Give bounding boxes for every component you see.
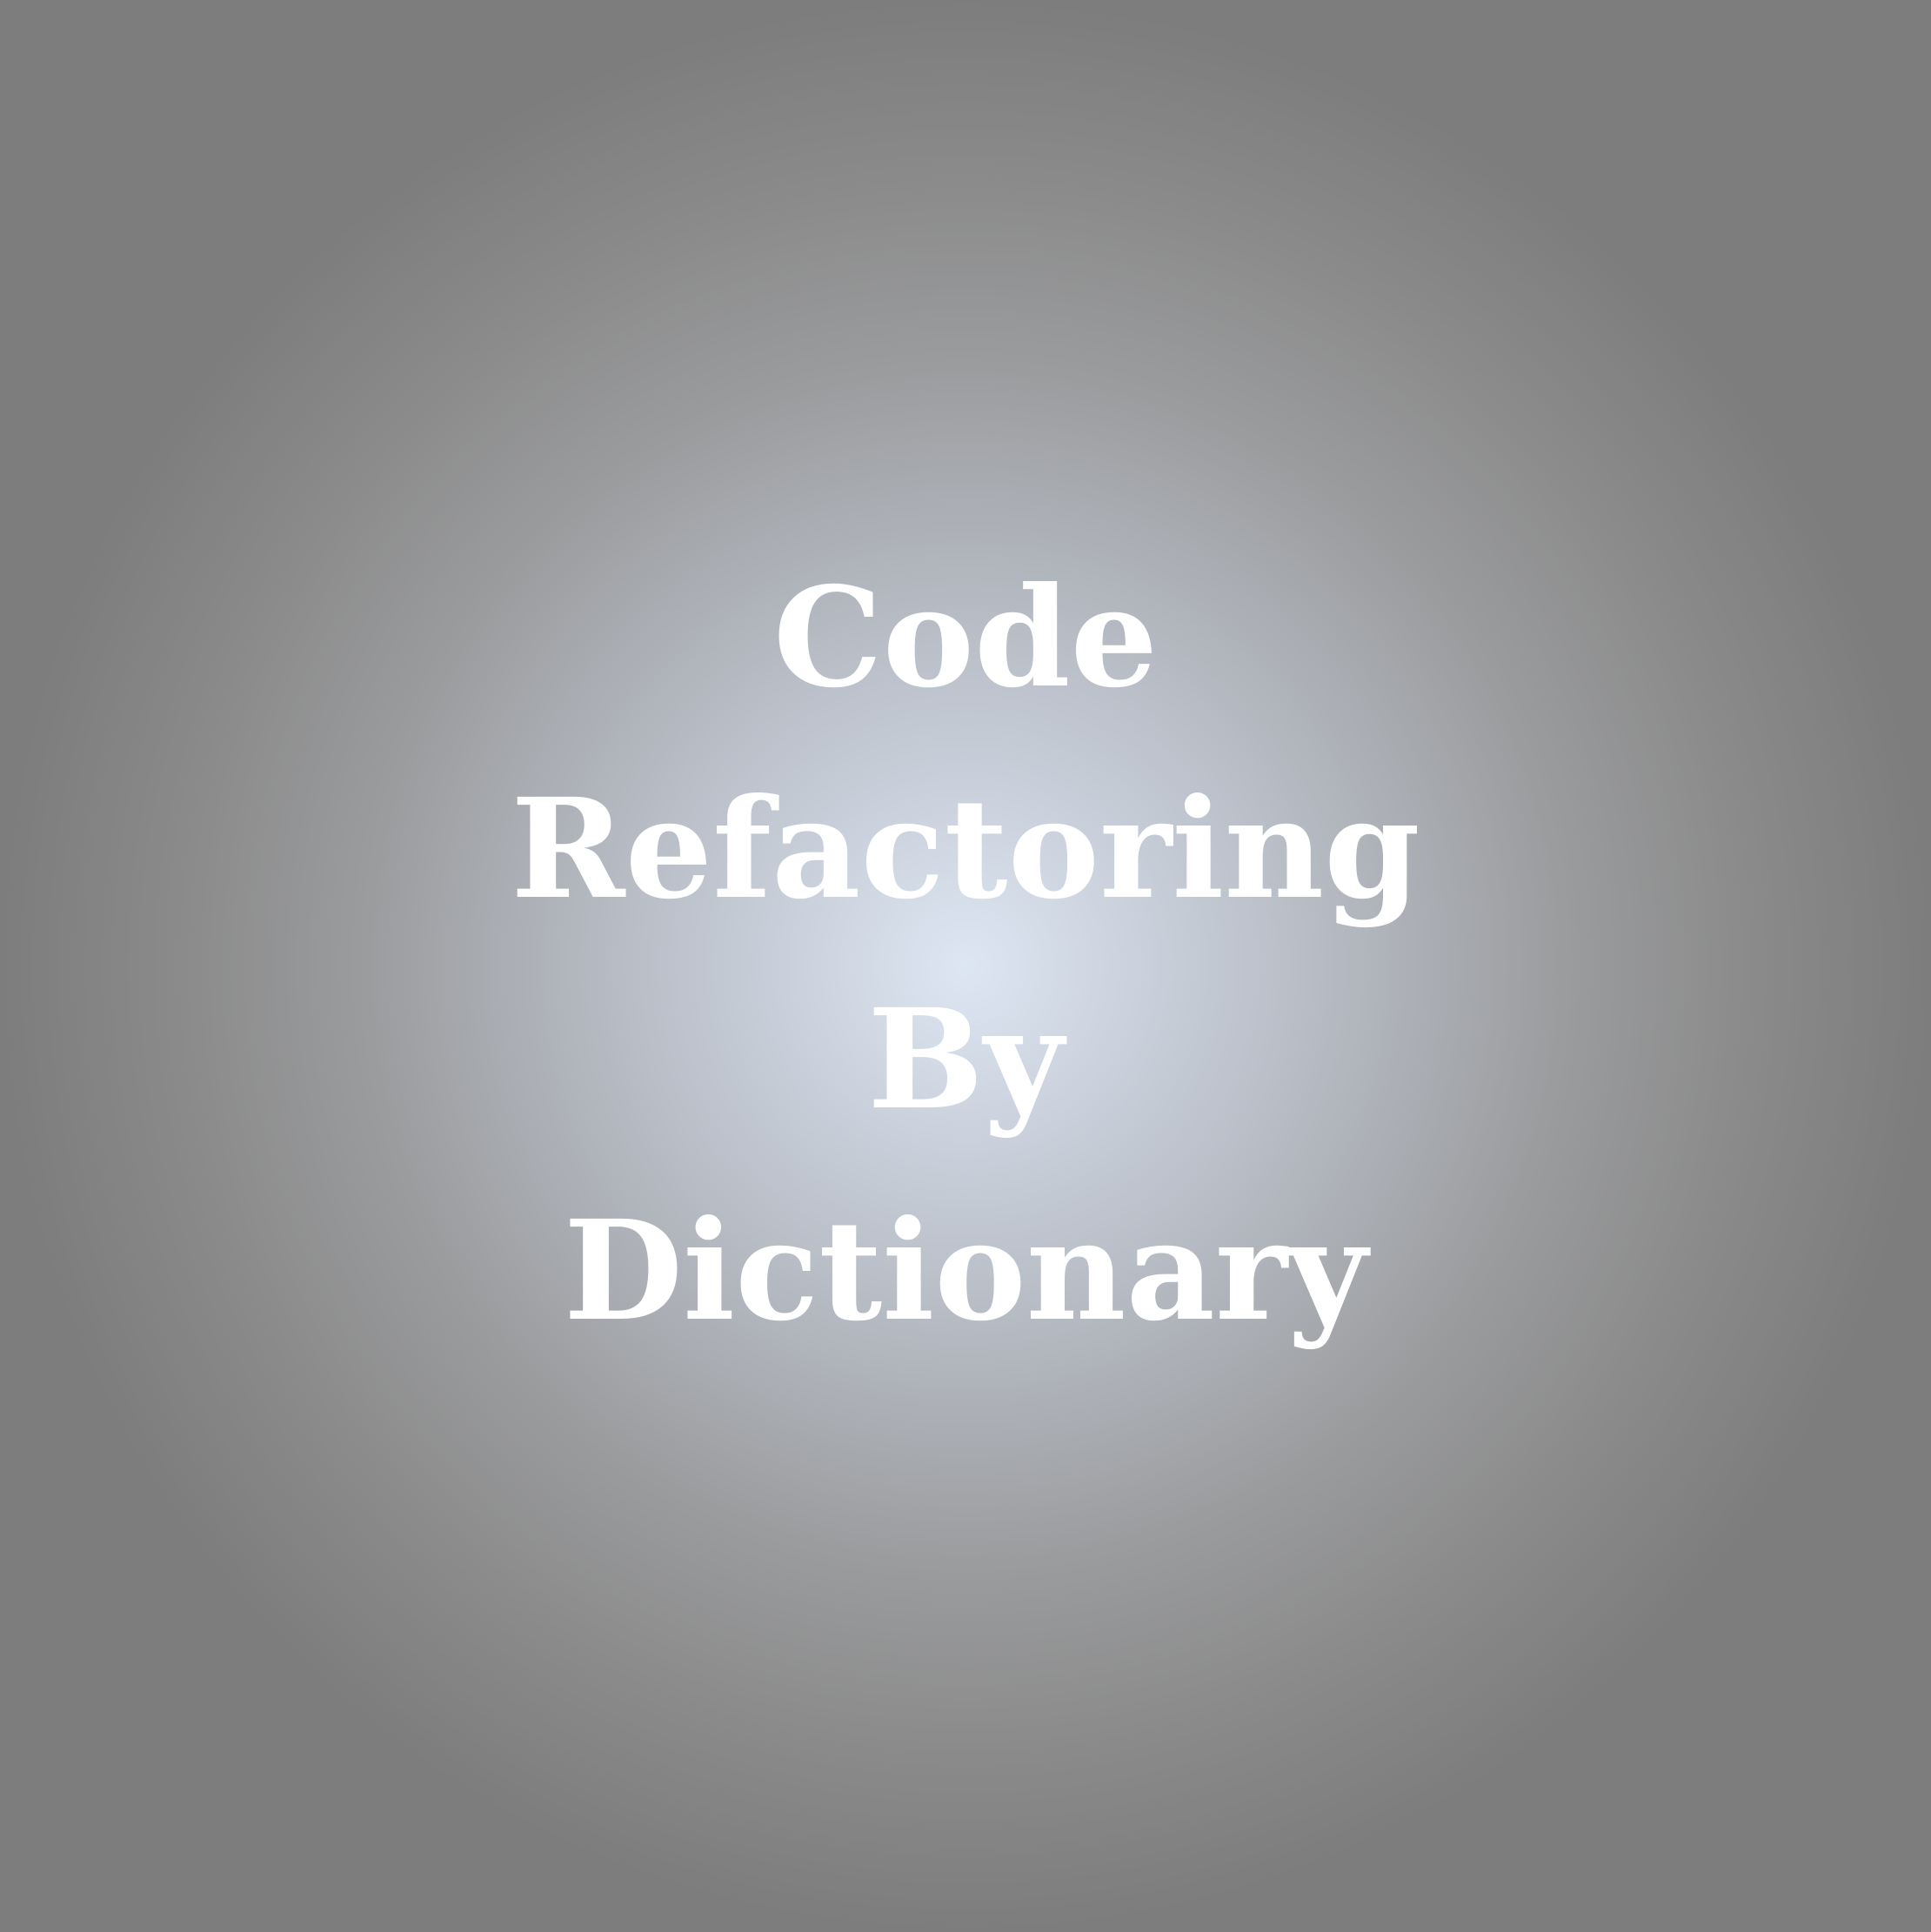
title-line-dictionary: Dictionary — [564, 1191, 1367, 1352]
cover-title: Code Refactoring By Dictionary — [0, 0, 1931, 1932]
title-line-by: By — [867, 979, 1064, 1140]
title-line-code: Code — [772, 558, 1159, 719]
title-line-refactoring: Refactoring — [511, 769, 1420, 930]
